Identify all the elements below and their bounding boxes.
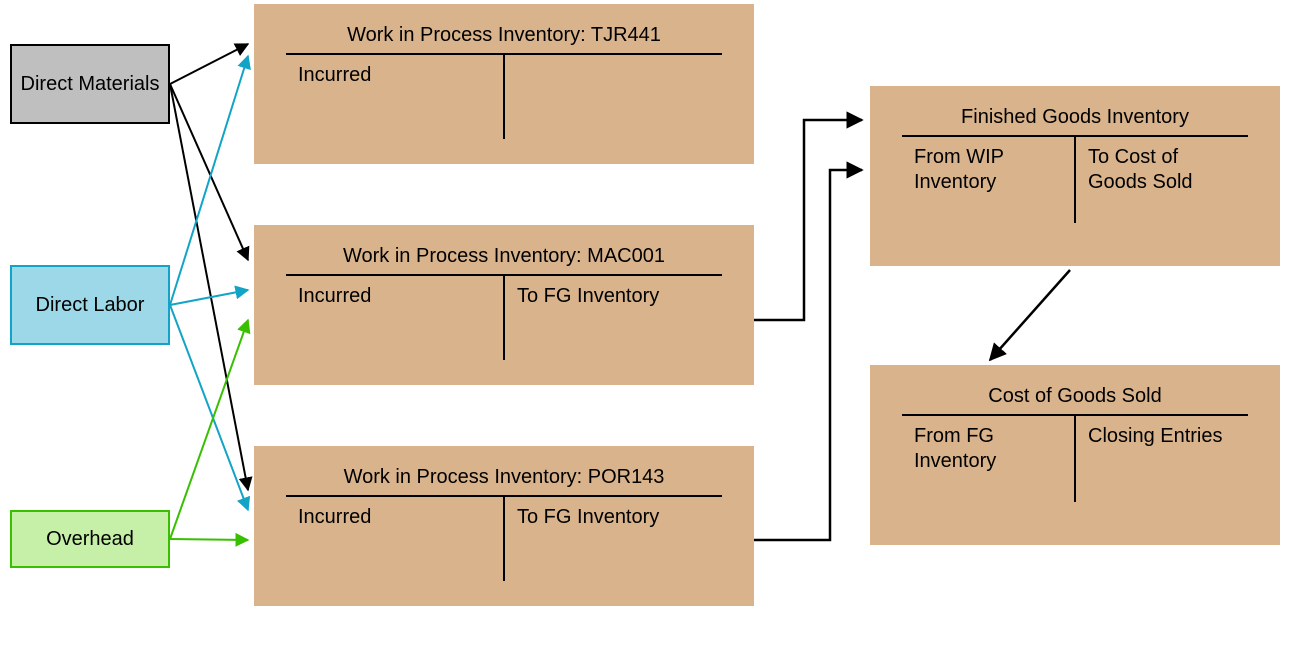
t-account-rule: From FG Inventory Closing Entries (902, 414, 1248, 502)
finished-goods-credit: To Cost of Goods Sold (1076, 137, 1248, 223)
finished-goods-account: Finished Goods Inventory From WIP Invent… (870, 86, 1280, 266)
arrow-por143-to-fg (754, 170, 862, 540)
cogs-account: Cost of Goods Sold From FG Inventory Clo… (870, 365, 1280, 545)
arrow-dm-to-wip3 (170, 84, 248, 490)
wip-tjr441-account: Work in Process Inventory: TJR441 Incurr… (254, 4, 754, 164)
wip-mac001-credit: To FG Inventory (505, 276, 722, 360)
cogs-debit: From FG Inventory (902, 416, 1076, 502)
wip-tjr441-debit: Incurred (286, 55, 505, 139)
direct-labor-box: Direct Labor (10, 265, 170, 345)
arrow-dm-to-wip2 (170, 84, 248, 260)
wip-mac001-debit: Incurred (286, 276, 505, 360)
arrow-dl-to-wip3 (170, 305, 248, 510)
finished-goods-title: Finished Goods Inventory (872, 98, 1278, 135)
arrow-oh-to-wip3 (170, 539, 248, 540)
wip-por143-credit: To FG Inventory (505, 497, 722, 581)
arrow-oh-to-wip2 (170, 320, 248, 539)
cogs-title: Cost of Goods Sold (872, 377, 1278, 414)
direct-labor-label: Direct Labor (36, 293, 145, 317)
wip-tjr441-title: Work in Process Inventory: TJR441 (256, 16, 752, 53)
wip-por143-account: Work in Process Inventory: POR143 Incurr… (254, 446, 754, 606)
t-account-rule: Incurred To FG Inventory (286, 495, 722, 581)
overhead-label: Overhead (46, 527, 134, 551)
wip-por143-title: Work in Process Inventory: POR143 (256, 458, 752, 495)
arrow-mac001-to-fg (754, 120, 862, 320)
t-account-rule: Incurred (286, 53, 722, 139)
arrow-dl-to-wip1 (170, 56, 248, 305)
arrow-dl-to-wip2 (170, 290, 248, 305)
t-account-rule: From WIP Inventory To Cost of Goods Sold (902, 135, 1248, 223)
arrow-dm-to-wip1 (170, 44, 248, 84)
arrow-fg-to-cogs (990, 270, 1070, 360)
wip-tjr441-credit (505, 55, 722, 139)
wip-por143-debit: Incurred (286, 497, 505, 581)
t-account-rule: Incurred To FG Inventory (286, 274, 722, 360)
wip-mac001-account: Work in Process Inventory: MAC001 Incurr… (254, 225, 754, 385)
direct-materials-label: Direct Materials (21, 72, 160, 96)
direct-materials-box: Direct Materials (10, 44, 170, 124)
finished-goods-debit: From WIP Inventory (902, 137, 1076, 223)
cogs-credit: Closing Entries (1076, 416, 1248, 502)
overhead-box: Overhead (10, 510, 170, 568)
wip-mac001-title: Work in Process Inventory: MAC001 (256, 237, 752, 274)
